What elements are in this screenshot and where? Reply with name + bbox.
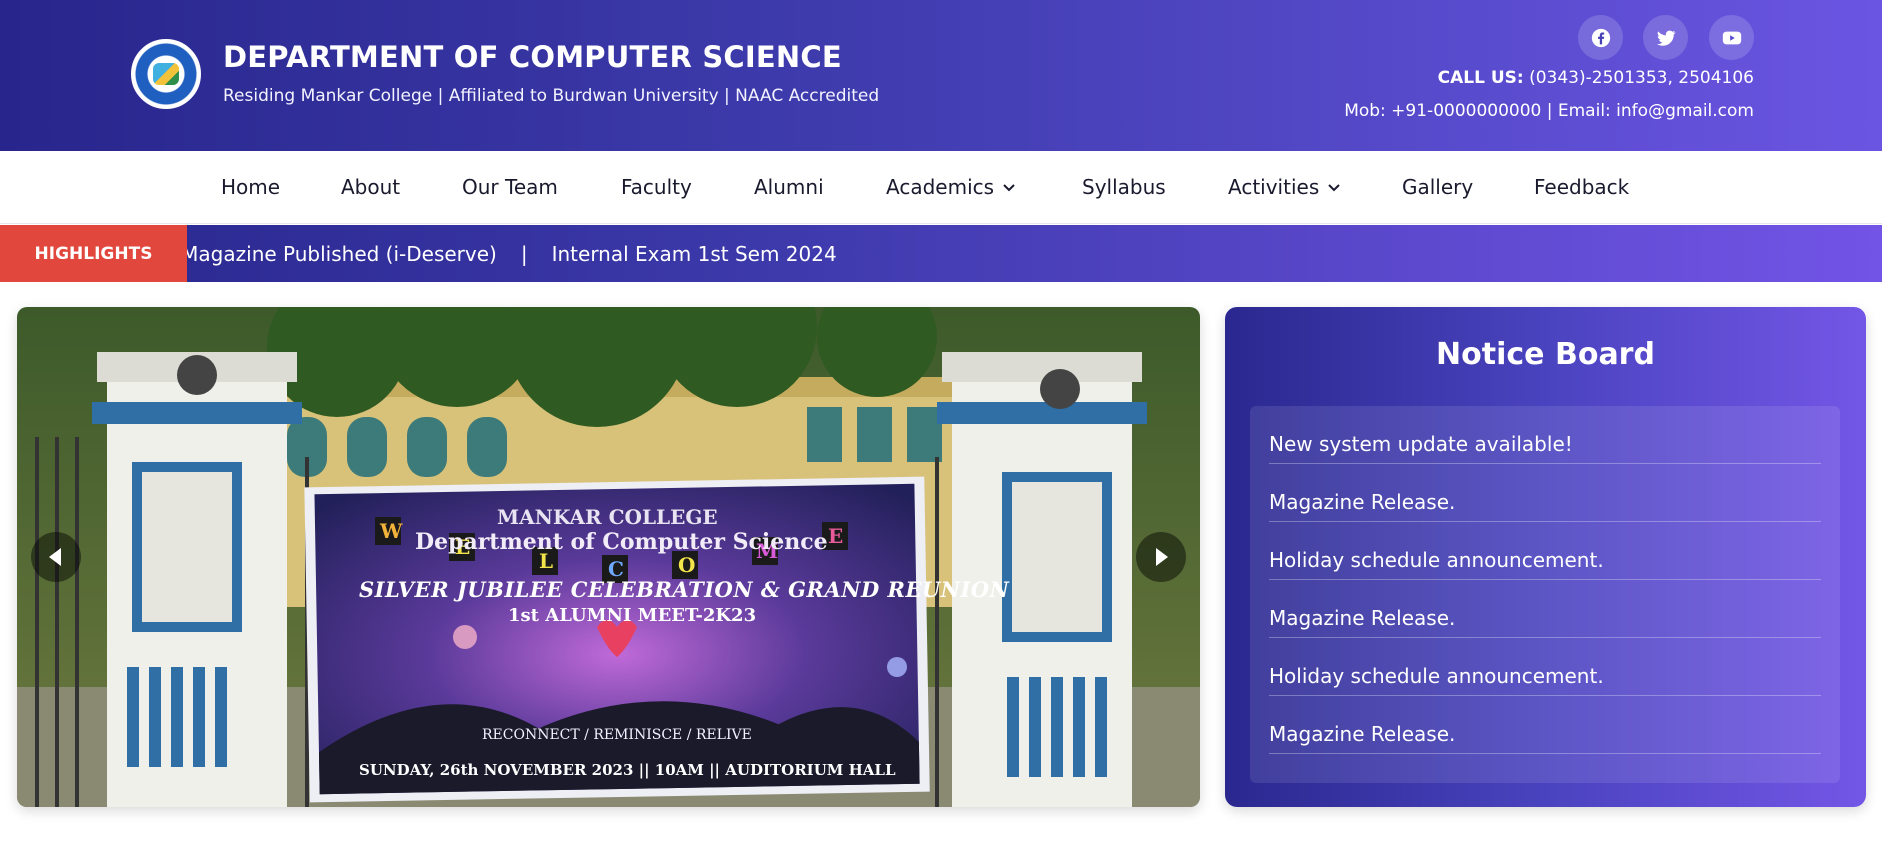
banner-tagline: RECONNECT / REMINISCE / RELIVE [482,727,752,743]
nav-label: Home [221,175,281,199]
nav-syllabus[interactable]: Syllabus [1082,175,1166,199]
welcome-letter: W [379,519,403,543]
nav-label: Academics [886,175,995,199]
notice-list[interactable]: New system update available! Magazine Re… [1250,406,1840,783]
department-title: DEPARTMENT OF COMPUTER SCIENCE [223,40,842,74]
notice-item[interactable]: Magazine Release. [1269,464,1821,522]
chevron-down-icon [1003,184,1015,192]
slider-prev-button[interactable] [31,532,81,582]
nav-feedback[interactable]: Feedback [1534,175,1629,199]
nav-activities[interactable]: Activities [1228,175,1341,199]
notice-board: Notice Board New system update available… [1225,307,1866,807]
twitter-icon[interactable] [1643,15,1688,60]
banner-date: SUNDAY, 26th NOVEMBER 2023 || 10AM || AU… [359,761,896,779]
notice-item[interactable]: Magazine Release. [1269,696,1821,754]
welcome-letter: E [828,524,843,548]
nav-label: About [341,175,401,199]
arrow-right-icon [1156,548,1168,566]
image-slider[interactable]: W E L C O M E MANKAR COLLEGE Department … [17,307,1200,807]
nav-academics[interactable]: Academics [886,175,1016,199]
welcome-letter: O [678,553,695,577]
facebook-icon[interactable] [1578,15,1623,60]
highlights-ticker: al Magazine Published (i-Deserve) | Intern… [187,225,1882,282]
nav-label: Alumni [754,175,824,199]
call-us: CALL US: (0343)-2501353, 2504106 [1438,68,1754,88]
banner-meet: 1st ALUMNI MEET-2K23 [508,605,757,626]
notice-item[interactable]: New system update available! [1269,406,1821,464]
mobile-email: Mob: +91-0000000000 | Email: info@gmail.… [1344,101,1754,121]
arrow-left-icon [49,548,61,566]
nav-label: Activities [1228,175,1320,199]
banner-college: MANKAR COLLEGE [497,505,718,529]
highlight-separator: | [520,242,528,266]
banner-department: Department of Computer Science [415,529,828,555]
highlight-item[interactable]: Internal Exam 1st Sem 2024 [552,242,837,266]
nav-faculty[interactable]: Faculty [621,175,692,199]
highlights-tag: HIGHLIGHTS [0,225,187,282]
nav-label: Feedback [1534,175,1630,199]
nav-label: Syllabus [1082,175,1166,199]
college-logo[interactable] [131,39,201,109]
nav-alumni[interactable]: Alumni [754,175,824,199]
call-us-numbers: (0343)-2501353, 2504106 [1523,68,1754,88]
notice-item[interactable]: Magazine Release. [1269,580,1821,638]
chevron-down-icon [1328,184,1340,192]
youtube-icon[interactable] [1709,15,1754,60]
department-subtitle: Residing Mankar College | Affiliated to … [223,86,880,106]
highlight-item[interactable]: al Magazine Published (i-Deserve) [187,242,497,266]
site-header: DEPARTMENT OF COMPUTER SCIENCE Residing … [0,0,1882,151]
nav-label: Gallery [1402,175,1474,199]
notice-item[interactable]: Holiday schedule announcement. [1269,638,1821,696]
nav-label: Faculty [621,175,692,199]
slider-next-button[interactable] [1136,532,1186,582]
nav-gallery[interactable]: Gallery [1402,175,1473,199]
banner-event: SILVER JUBILEE CELEBRATION & GRAND REUNI… [359,577,1010,602]
highlights-bar: HIGHLIGHTS al Magazine Published (i-Dese… [0,225,1882,282]
nav-home[interactable]: Home [221,175,280,199]
nav-label: Our Team [462,175,558,199]
nav-about[interactable]: About [341,175,400,199]
nav-our-team[interactable]: Our Team [462,175,558,199]
notice-item[interactable]: Holiday schedule announcement. [1269,522,1821,580]
notice-board-title: Notice Board [1436,337,1655,372]
main-nav: Home About Our Team Faculty Alumni Acade… [0,151,1882,224]
call-us-label: CALL US: [1437,68,1524,88]
